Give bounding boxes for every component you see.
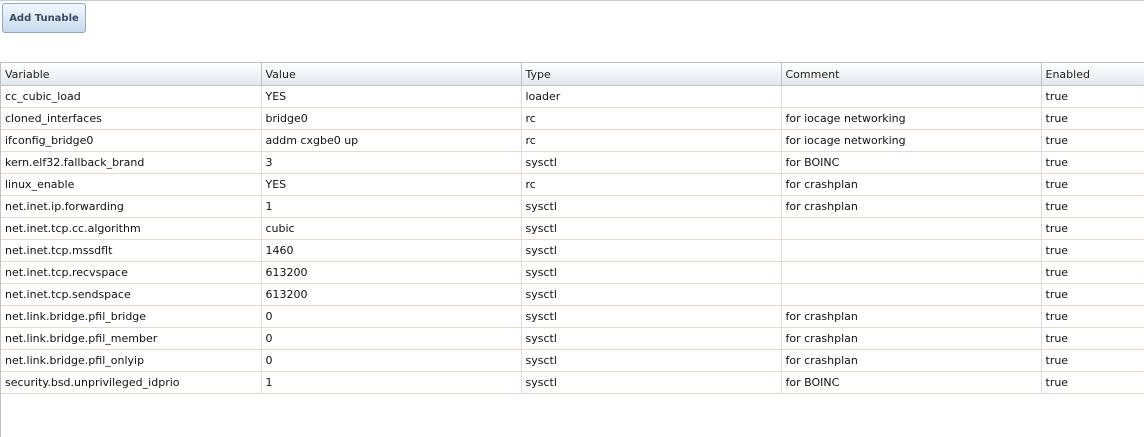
- cell-type: sysctl: [521, 305, 782, 328]
- cell-value: 3: [261, 151, 522, 174]
- cell-variable: net.link.bridge.pfil_bridge: [1, 305, 262, 328]
- cell-variable: security.bsd.unprivileged_idprio: [1, 371, 262, 394]
- cell-comment: [781, 239, 1042, 262]
- table-row[interactable]: net.inet.tcp.sendspace 613200 sysctl true: [1, 283, 1144, 306]
- cell-value: 1460: [261, 239, 522, 262]
- cell-variable: net.inet.ip.forwarding: [1, 195, 262, 218]
- cell-type: sysctl: [521, 261, 782, 284]
- cell-comment: [781, 283, 1042, 306]
- table-row[interactable]: kern.elf32.fallback_brand 3 sysctl for BOIN…: [1, 151, 1144, 174]
- column-header-comment[interactable]: Comment: [781, 63, 1042, 86]
- column-header-value[interactable]: Value: [261, 63, 522, 86]
- column-header-variable[interactable]: Variable: [1, 63, 262, 86]
- cell-enabled: true: [1041, 173, 1144, 196]
- cell-type: sysctl: [521, 283, 782, 306]
- cell-enabled: true: [1041, 261, 1144, 284]
- cell-type: sysctl: [521, 151, 782, 174]
- tunables-grid: Variable Value Type Comment Enabled cc_c…: [0, 62, 1144, 437]
- cell-value: addm cxgbe0 up: [261, 129, 522, 152]
- cell-comment: for crashplan: [781, 195, 1042, 218]
- cell-variable: cc_cubic_load: [1, 85, 262, 108]
- cell-variable: ifconfig_bridge0: [1, 129, 262, 152]
- cell-type: sysctl: [521, 349, 782, 372]
- cell-comment: [781, 261, 1042, 284]
- cell-type: sysctl: [521, 371, 782, 394]
- cell-variable: net.inet.tcp.mssdflt: [1, 239, 262, 262]
- table-row[interactable]: security.bsd.unprivileged_idprio 1 sysctl f…: [1, 371, 1144, 394]
- cell-comment: for BOINC: [781, 151, 1042, 174]
- table-row[interactable]: ifconfig_bridge0 addm cxgbe0 up rc for ioca…: [1, 129, 1144, 152]
- cell-comment: [781, 85, 1042, 108]
- cell-enabled: true: [1041, 349, 1144, 372]
- cell-enabled: true: [1041, 305, 1144, 328]
- cell-value: 1: [261, 371, 522, 394]
- table-row[interactable]: net.inet.tcp.cc.algorithm cubic sysctl true: [1, 217, 1144, 240]
- add-tunable-button[interactable]: Add Tunable: [2, 3, 86, 33]
- cell-type: sysctl: [521, 195, 782, 218]
- cell-comment: for crashplan: [781, 305, 1042, 328]
- table-row[interactable]: net.inet.tcp.mssdflt 1460 sysctl true: [1, 239, 1144, 262]
- cell-comment: for crashplan: [781, 327, 1042, 350]
- table-body: cc_cubic_load YES loader true cloned_interfa…: [1, 85, 1144, 394]
- cell-value: 0: [261, 349, 522, 372]
- cell-type: loader: [521, 85, 782, 108]
- table-row[interactable]: net.inet.tcp.recvspace 613200 sysctl true: [1, 261, 1144, 284]
- cell-comment: for BOINC: [781, 371, 1042, 394]
- cell-value: 613200: [261, 261, 522, 284]
- cell-type: rc: [521, 107, 782, 130]
- cell-comment: for crashplan: [781, 349, 1042, 372]
- column-header-enabled[interactable]: Enabled: [1041, 63, 1144, 86]
- cell-variable: cloned_interfaces: [1, 107, 262, 130]
- cell-type: sysctl: [521, 217, 782, 240]
- table-row[interactable]: net.link.bridge.pfil_onlyip 0 sysctl for cr…: [1, 349, 1144, 372]
- cell-variable: net.inet.tcp.sendspace: [1, 283, 262, 306]
- cell-value: YES: [261, 173, 522, 196]
- cell-type: rc: [521, 129, 782, 152]
- cell-enabled: true: [1041, 195, 1144, 218]
- cell-enabled: true: [1041, 85, 1144, 108]
- cell-value: 613200: [261, 283, 522, 306]
- cell-value: 1: [261, 195, 522, 218]
- cell-value: YES: [261, 85, 522, 108]
- table-row[interactable]: cc_cubic_load YES loader true: [1, 85, 1144, 108]
- cell-variable: net.inet.tcp.recvspace: [1, 261, 262, 284]
- cell-enabled: true: [1041, 107, 1144, 130]
- cell-variable: net.link.bridge.pfil_member: [1, 327, 262, 350]
- tunables-table: Variable Value Type Comment Enabled cc_c…: [1, 63, 1144, 394]
- table-row[interactable]: linux_enable YES rc for crashplan true: [1, 173, 1144, 196]
- cell-comment: for iocage networking: [781, 107, 1042, 130]
- cell-type: sysctl: [521, 327, 782, 350]
- cell-type: rc: [521, 173, 782, 196]
- cell-variable: net.link.bridge.pfil_onlyip: [1, 349, 262, 372]
- cell-enabled: true: [1041, 239, 1144, 262]
- cell-enabled: true: [1041, 371, 1144, 394]
- table-row[interactable]: cloned_interfaces bridge0 rc for iocage net…: [1, 107, 1144, 130]
- cell-comment: [781, 217, 1042, 240]
- column-header-type[interactable]: Type: [521, 63, 782, 86]
- table-row[interactable]: net.link.bridge.pfil_member 0 sysctl for cr…: [1, 327, 1144, 350]
- cell-enabled: true: [1041, 151, 1144, 174]
- cell-value: 0: [261, 305, 522, 328]
- cell-value: 0: [261, 327, 522, 350]
- cell-variable: linux_enable: [1, 173, 262, 196]
- cell-enabled: true: [1041, 217, 1144, 240]
- cell-enabled: true: [1041, 327, 1144, 350]
- cell-enabled: true: [1041, 129, 1144, 152]
- cell-comment: for iocage networking: [781, 129, 1042, 152]
- cell-comment: for crashplan: [781, 173, 1042, 196]
- cell-value: cubic: [261, 217, 522, 240]
- cell-value: bridge0: [261, 107, 522, 130]
- cell-variable: net.inet.tcp.cc.algorithm: [1, 217, 262, 240]
- table-header-row: Variable Value Type Comment Enabled: [1, 63, 1144, 86]
- cell-variable: kern.elf32.fallback_brand: [1, 151, 262, 174]
- top-divider: [0, 0, 1144, 1]
- cell-enabled: true: [1041, 283, 1144, 306]
- table-row[interactable]: net.inet.ip.forwarding 1 sysctl for crashpl…: [1, 195, 1144, 218]
- table-row[interactable]: net.link.bridge.pfil_bridge 0 sysctl for cr…: [1, 305, 1144, 328]
- cell-type: sysctl: [521, 239, 782, 262]
